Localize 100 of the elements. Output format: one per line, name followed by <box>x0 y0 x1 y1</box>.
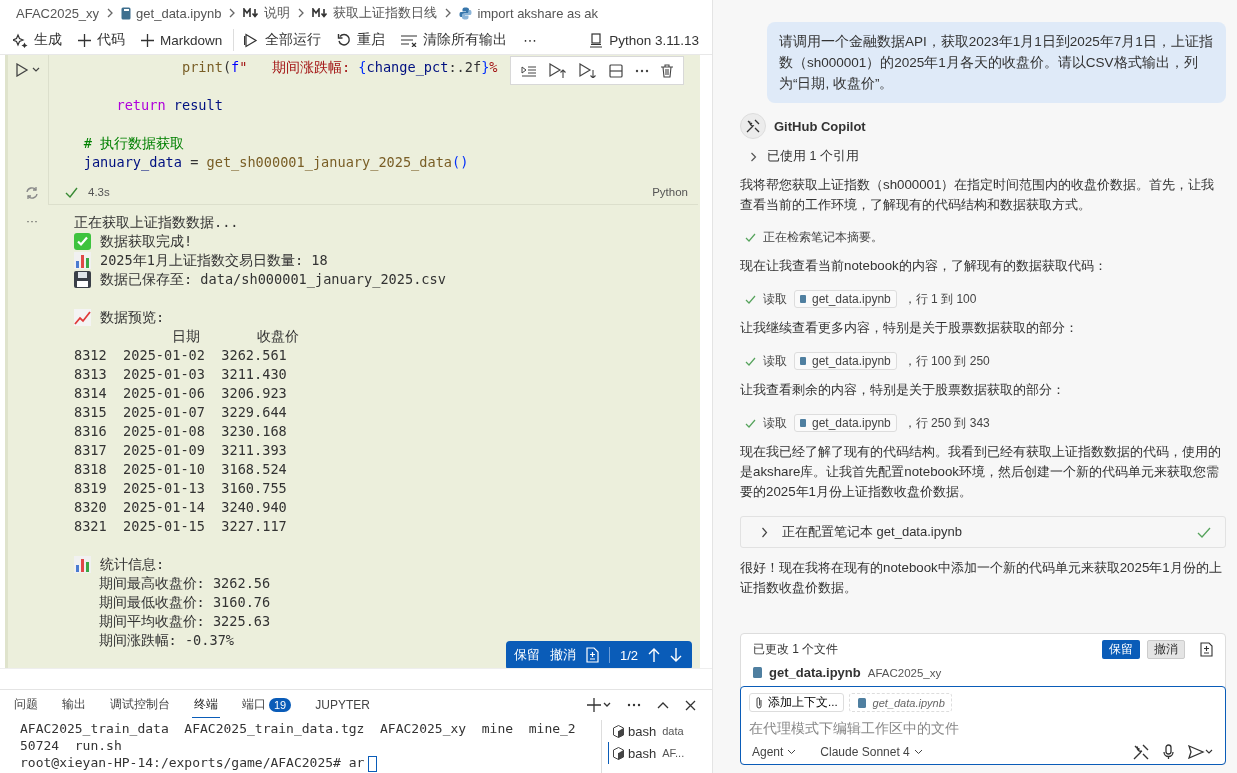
chevron-icon <box>444 8 453 18</box>
split-cell-icon[interactable] <box>609 63 623 78</box>
terminal-tab[interactable]: bash data <box>608 720 712 742</box>
references-toggle[interactable]: 已使用 1 个引用 <box>740 148 1226 165</box>
output-text: 8315 2025-01-07 3229.644 <box>74 403 287 422</box>
check-icon <box>745 294 756 304</box>
maximize-icon[interactable] <box>657 701 669 709</box>
step-text: 读取 <box>763 414 787 432</box>
arrow-up-icon[interactable] <box>648 648 660 662</box>
breadcrumb-item[interactable]: 说明 <box>264 4 291 22</box>
chat-input[interactable]: 添加上下文... get_data.ipynb 在代理模式下编辑工作区中的文件 Agent Claude Sonnet 4 <box>740 686 1226 765</box>
server-icon <box>589 32 604 48</box>
terminal-output[interactable]: AFAC2025_train_data AFAC2025_train_data.tgz AFAC2025_xy mine mine_2 50724 run.sh root@xieyan-HP-14:/exports/game/AFAC2025# ar <box>0 720 601 773</box>
output-text: 数据预览: <box>100 308 165 327</box>
task-row[interactable]: 正在配置笔记本 get_data.ipynb <box>740 516 1226 548</box>
output-text: 期间最高收盘价: 3262.56 <box>97 574 271 593</box>
chevron-icon <box>750 151 757 162</box>
code-editor[interactable]: print(f" 期间涨跌幅: {change_pct:.2f}% return result # 执行数据获取 january_data = get_sh000001_january_2025_data() <box>49 55 698 180</box>
python-icon <box>459 6 473 20</box>
undo-button[interactable]: 撤消 <box>549 646 576 664</box>
file-link[interactable]: get_data.ipynb <box>794 352 897 370</box>
arrow-down-icon[interactable] <box>670 648 682 662</box>
assistant-text: 让我继续查看更多内容，特别是关于股票数据获取的部分： <box>740 319 1079 337</box>
execution-time: 4.3s <box>88 186 110 198</box>
cell-language[interactable]: Python <box>652 186 688 198</box>
run-below-icon[interactable] <box>579 63 597 78</box>
run-cell-icon[interactable] <box>15 63 41 77</box>
panel-tab[interactable]: 输出 <box>60 692 88 718</box>
breadcrumb-item[interactable]: get_data.ipynb <box>136 5 222 21</box>
toolbar-button[interactable]: 代码 <box>71 29 132 51</box>
close-icon[interactable] <box>685 699 696 711</box>
undo-button[interactable]: 撤消 <box>1147 640 1185 659</box>
toolbar-button[interactable]: 重启 <box>330 29 393 51</box>
sparkle-icon <box>13 32 28 48</box>
breadcrumb-item[interactable]: import akshare as ak <box>477 5 599 21</box>
breadcrumb-item[interactable]: 获取上证指数日线 <box>333 4 438 22</box>
cube-icon <box>613 746 624 760</box>
chevron-icon <box>228 8 237 18</box>
output-text: 正在获取上证指数数据... <box>74 213 239 232</box>
toolbar-button[interactable]: 全部运行 <box>233 29 329 51</box>
new-terminal-icon[interactable] <box>587 698 611 712</box>
user-message: 请调用一个金融数据API，获取2023年1月1日到2025年7月1日，上证指数（sh000001）的2025年1月各天的收盘价。请以CSV格式输出，列为“日期, 收盘价”。 <box>767 22 1226 103</box>
model-dropdown[interactable]: Claude Sonnet 4 <box>820 745 923 759</box>
more-icon[interactable] <box>627 703 641 707</box>
keep-button[interactable]: 保留 <box>1102 640 1140 659</box>
output-text: 8318 2025-01-10 3168.524 <box>74 460 287 479</box>
toolbar-button[interactable]: 生成 <box>6 29 69 51</box>
more-button[interactable]: ⋯ <box>516 30 545 50</box>
output-text: 期间平均收盘价: 3225.63 <box>97 612 271 631</box>
panel-tab[interactable]: 端口 19 <box>240 692 294 718</box>
trash-icon[interactable] <box>661 63 673 78</box>
output-text: 2025年1月上证指数交易日数量: 18 <box>100 251 328 270</box>
output-text: 8314 2025-01-06 3206.923 <box>74 384 287 403</box>
send-icon[interactable] <box>1188 745 1214 759</box>
chevron-icon <box>106 8 115 18</box>
add-context-button[interactable]: 添加上下文... <box>749 693 844 712</box>
paperclip-icon <box>755 696 763 709</box>
run-by-line-icon[interactable] <box>521 63 537 78</box>
change-counter: 1/2 <box>619 647 638 663</box>
file-link[interactable]: get_data.ipynb <box>794 290 897 308</box>
toolbar-button[interactable]: Markdown <box>134 30 230 50</box>
tools-icon[interactable] <box>1133 744 1149 760</box>
output-menu[interactable]: ··· <box>26 214 38 228</box>
check-icon <box>745 418 756 428</box>
plus-icon <box>78 33 91 47</box>
changed-file[interactable]: get_data.ipynb AFAC2025_xy <box>753 665 1213 680</box>
output-text: 统计信息: <box>100 555 165 574</box>
toolbar-button[interactable]: 清除所有输出 <box>394 29 515 51</box>
assistant-text: 现在让我查看当前notebook的内容，了解现有的数据获取代码： <box>740 257 1108 275</box>
line-range: ，行 100 到 250 <box>903 352 990 370</box>
panel-tab[interactable]: 问题 <box>12 692 40 718</box>
changed-files-title: 已更改 1 个文件 <box>753 641 839 658</box>
output-text: 8317 2025-01-09 3211.393 <box>74 441 287 460</box>
kernel-picker[interactable]: Python 3.11.13 <box>582 30 706 50</box>
mode-dropdown[interactable]: Agent <box>752 745 797 759</box>
file-link[interactable]: get_data.ipynb <box>794 414 897 432</box>
panel-tab[interactable]: 终端 <box>192 692 220 718</box>
output-text: 8319 2025-01-13 3160.755 <box>74 479 287 498</box>
line-range: ，行 1 到 100 <box>903 290 977 308</box>
output-text: 数据获取完成! <box>100 232 193 251</box>
sync-icon <box>25 186 39 200</box>
panel-tab[interactable]: 调试控制台 <box>108 692 172 718</box>
more-icon[interactable] <box>635 68 649 73</box>
microphone-icon[interactable] <box>1163 744 1174 760</box>
terminal-tab[interactable]: bash AF... <box>608 742 712 764</box>
diff-file-icon[interactable] <box>1200 642 1213 657</box>
keep-button[interactable]: 保留 <box>513 646 540 664</box>
trend-chart-icon <box>74 309 91 326</box>
run-above-icon[interactable] <box>549 63 567 78</box>
caret-icon <box>913 749 923 755</box>
assistant-text: 让我查看剩余的内容，特别是关于股票数据获取的部分： <box>740 381 1066 399</box>
panel-tab[interactable]: JUPYTER <box>313 693 372 717</box>
assistant-name: GitHub Copilot <box>774 118 866 134</box>
output-text: 8320 2025-01-14 3240.940 <box>74 498 287 517</box>
bar-chart-icon <box>74 252 91 269</box>
bar-chart-icon <box>74 556 91 573</box>
notebook-icon <box>121 6 132 20</box>
notebook-icon <box>753 667 762 678</box>
breadcrumb-item[interactable]: AFAC2025_xy <box>16 5 100 21</box>
context-file-chip[interactable]: get_data.ipynb <box>848 693 952 712</box>
